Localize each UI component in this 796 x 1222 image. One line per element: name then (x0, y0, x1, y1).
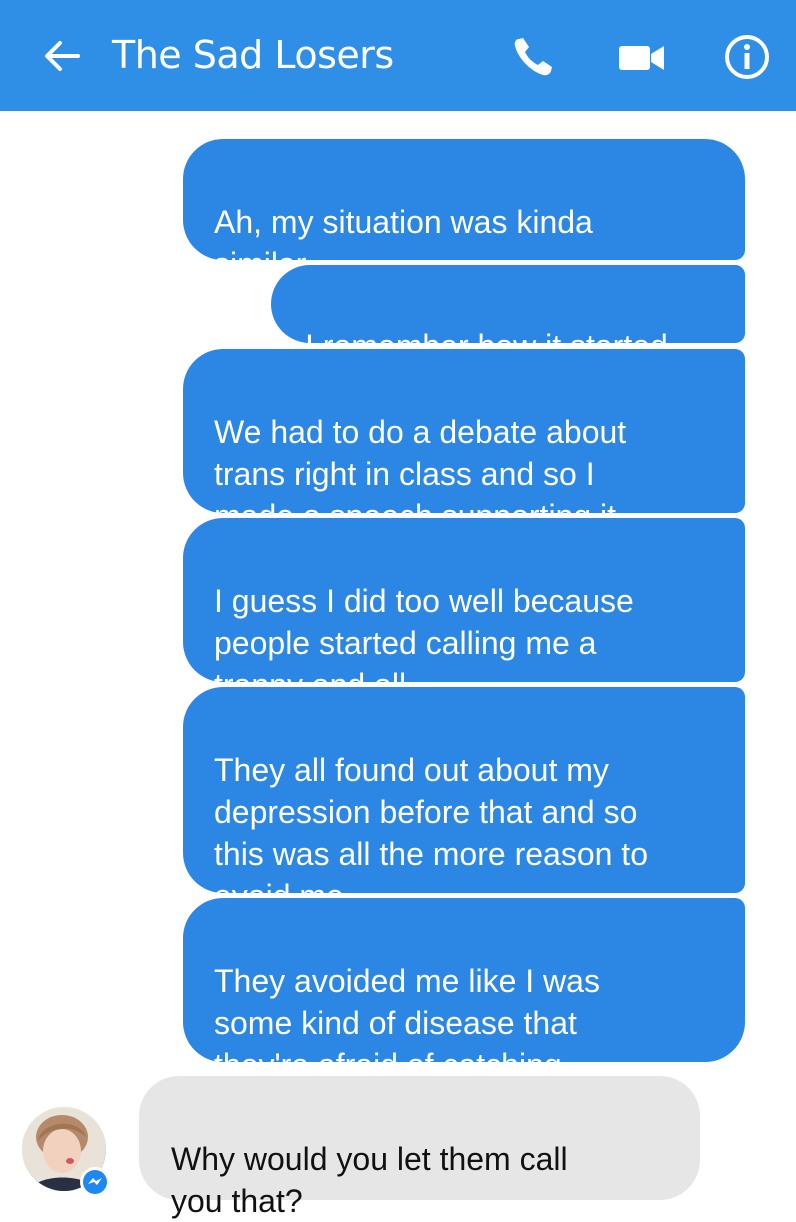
conversation-header: The Sad Losers (0, 0, 796, 111)
info-button[interactable] (724, 34, 770, 80)
message-bubble-incoming[interactable]: Why would you let them call you that? (139, 1076, 700, 1219)
message-bubble-outgoing[interactable]: Ah, my situation was kinda similar (183, 139, 745, 282)
back-button[interactable] (40, 34, 84, 78)
video-camera-icon (619, 46, 664, 70)
conversation-title: The Sad Losers (112, 33, 394, 77)
messenger-icon (83, 1170, 107, 1194)
message-text: Why would you let them call you that? (171, 1141, 568, 1219)
message-bubble-outgoing[interactable]: They all found out about my depression b… (183, 687, 745, 914)
message-bubble-outgoing[interactable]: They avoided me like I was some kind of … (183, 898, 745, 1083)
message-bubble-outgoing[interactable]: I guess I did too well because people st… (183, 518, 745, 703)
video-call-button[interactable] (618, 40, 666, 76)
message-bubble-outgoing[interactable]: I remember how it started (271, 265, 745, 364)
arrow-left-icon (45, 41, 80, 71)
call-button[interactable] (510, 34, 556, 80)
message-bubble-outgoing[interactable]: We had to do a debate about trans right … (183, 349, 745, 534)
message-text: They all found out about my depression b… (214, 752, 648, 914)
messenger-badge (80, 1167, 110, 1197)
message-text: They avoided me like I was some kind of … (214, 963, 600, 1083)
phone-icon (514, 38, 552, 76)
info-icon (725, 35, 769, 79)
